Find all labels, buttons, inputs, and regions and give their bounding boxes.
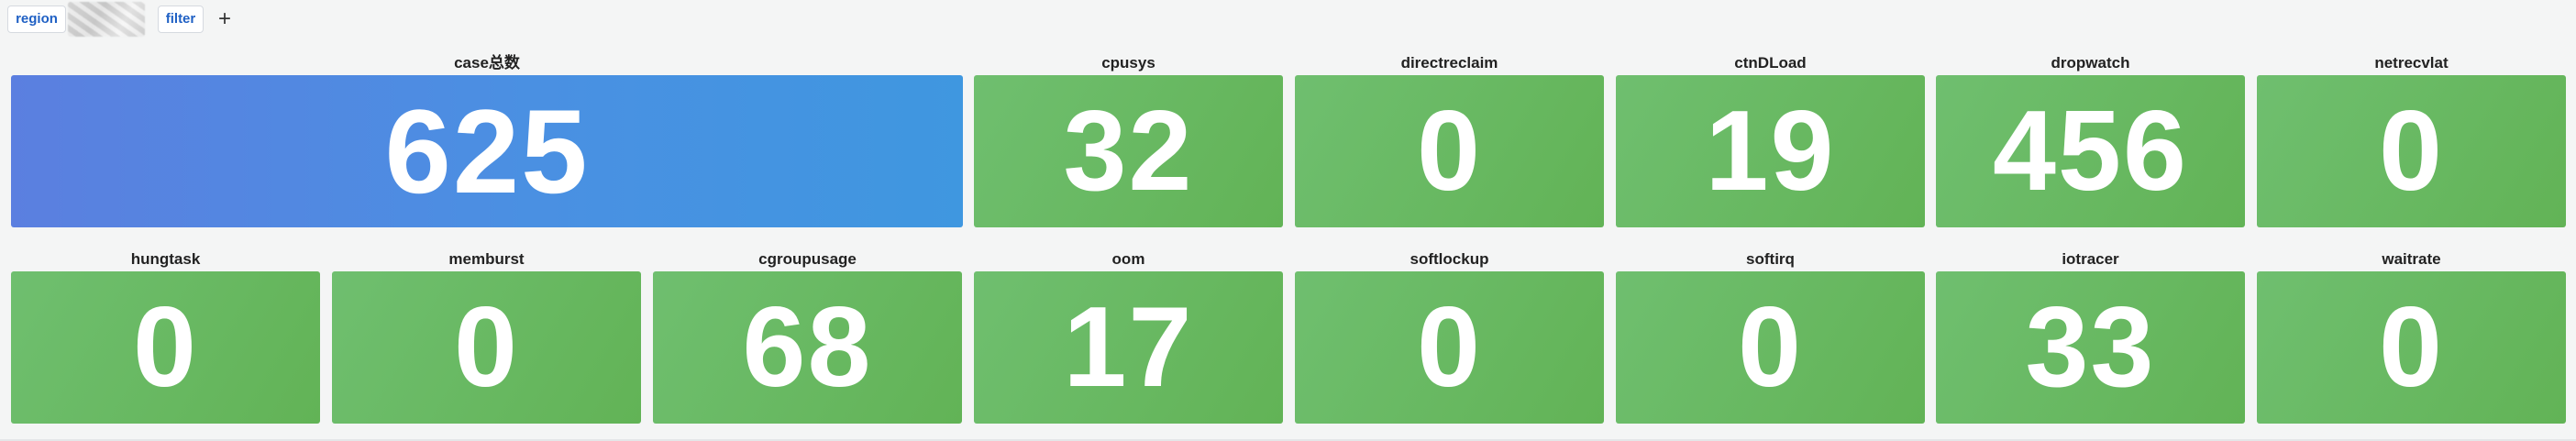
panel-title: ctnDLoad — [1734, 54, 1807, 72]
stat-value: 456 — [1936, 75, 2245, 227]
stat-value: 0 — [2257, 271, 2566, 424]
stat-value: 17 — [974, 271, 1283, 424]
stat-value: 0 — [2257, 75, 2566, 227]
stat-value: 0 — [1295, 271, 1604, 424]
stat-panel-dropwatch[interactable]: dropwatch 456 — [1936, 51, 2245, 227]
panel-title: netrecvlat — [2374, 54, 2449, 72]
stat-panel-memburst[interactable]: memburst 0 — [332, 248, 641, 424]
stat-panel-directreclaim[interactable]: directreclaim 0 — [1295, 51, 1604, 227]
stat-value: 0 — [11, 271, 320, 424]
stat-panel-cpusys[interactable]: cpusys 32 — [974, 51, 1283, 227]
stat-panel-netrecvlat[interactable]: netrecvlat 0 — [2257, 51, 2566, 227]
variables-toolbar: region filter + — [0, 0, 2576, 40]
panel-title: softlockup — [1410, 250, 1489, 268]
panel-title: case总数 — [454, 54, 520, 72]
stat-value: 32 — [974, 75, 1283, 227]
stat-value: 0 — [1295, 75, 1604, 227]
stat-value: 33 — [1936, 271, 2245, 424]
region-value-select[interactable] — [68, 2, 145, 37]
panel-title: oom — [1111, 250, 1145, 268]
add-filter-icon[interactable]: + — [211, 6, 238, 33]
filter-variable-button[interactable]: filter — [158, 6, 204, 33]
panel-title: iotracer — [2062, 250, 2119, 268]
stat-value: 0 — [332, 271, 641, 424]
stat-panel-waitrate[interactable]: waitrate 0 — [2257, 248, 2566, 424]
stat-panel-softirq[interactable]: softirq 0 — [1616, 248, 1925, 424]
stat-value: 0 — [1616, 271, 1925, 424]
stat-panel-hungtask[interactable]: hungtask 0 — [11, 248, 320, 424]
panel-title: cpusys — [1101, 54, 1155, 72]
region-variable-button[interactable]: region — [7, 6, 66, 33]
stat-panel-case-total[interactable]: case总数 625 — [11, 51, 963, 227]
stat-value: 68 — [653, 271, 962, 424]
stat-value: 625 — [11, 75, 963, 227]
panel-title: softirq — [1746, 250, 1795, 268]
panel-title: directreclaim — [1400, 54, 1498, 72]
panel-title: hungtask — [130, 250, 201, 268]
stat-value: 19 — [1616, 75, 1925, 227]
panel-title: dropwatch — [2051, 54, 2130, 72]
stat-panel-ctndload[interactable]: ctnDLoad 19 — [1616, 51, 1925, 227]
panel-title: memburst — [448, 250, 525, 268]
panel-title: waitrate — [2382, 250, 2441, 268]
stat-panel-oom[interactable]: oom 17 — [974, 248, 1283, 424]
stat-panel-cgroupusage[interactable]: cgroupusage 68 — [653, 248, 962, 424]
stat-panel-iotracer[interactable]: iotracer 33 — [1936, 248, 2245, 424]
panel-title: cgroupusage — [758, 250, 857, 268]
stat-panel-softlockup[interactable]: softlockup 0 — [1295, 248, 1604, 424]
